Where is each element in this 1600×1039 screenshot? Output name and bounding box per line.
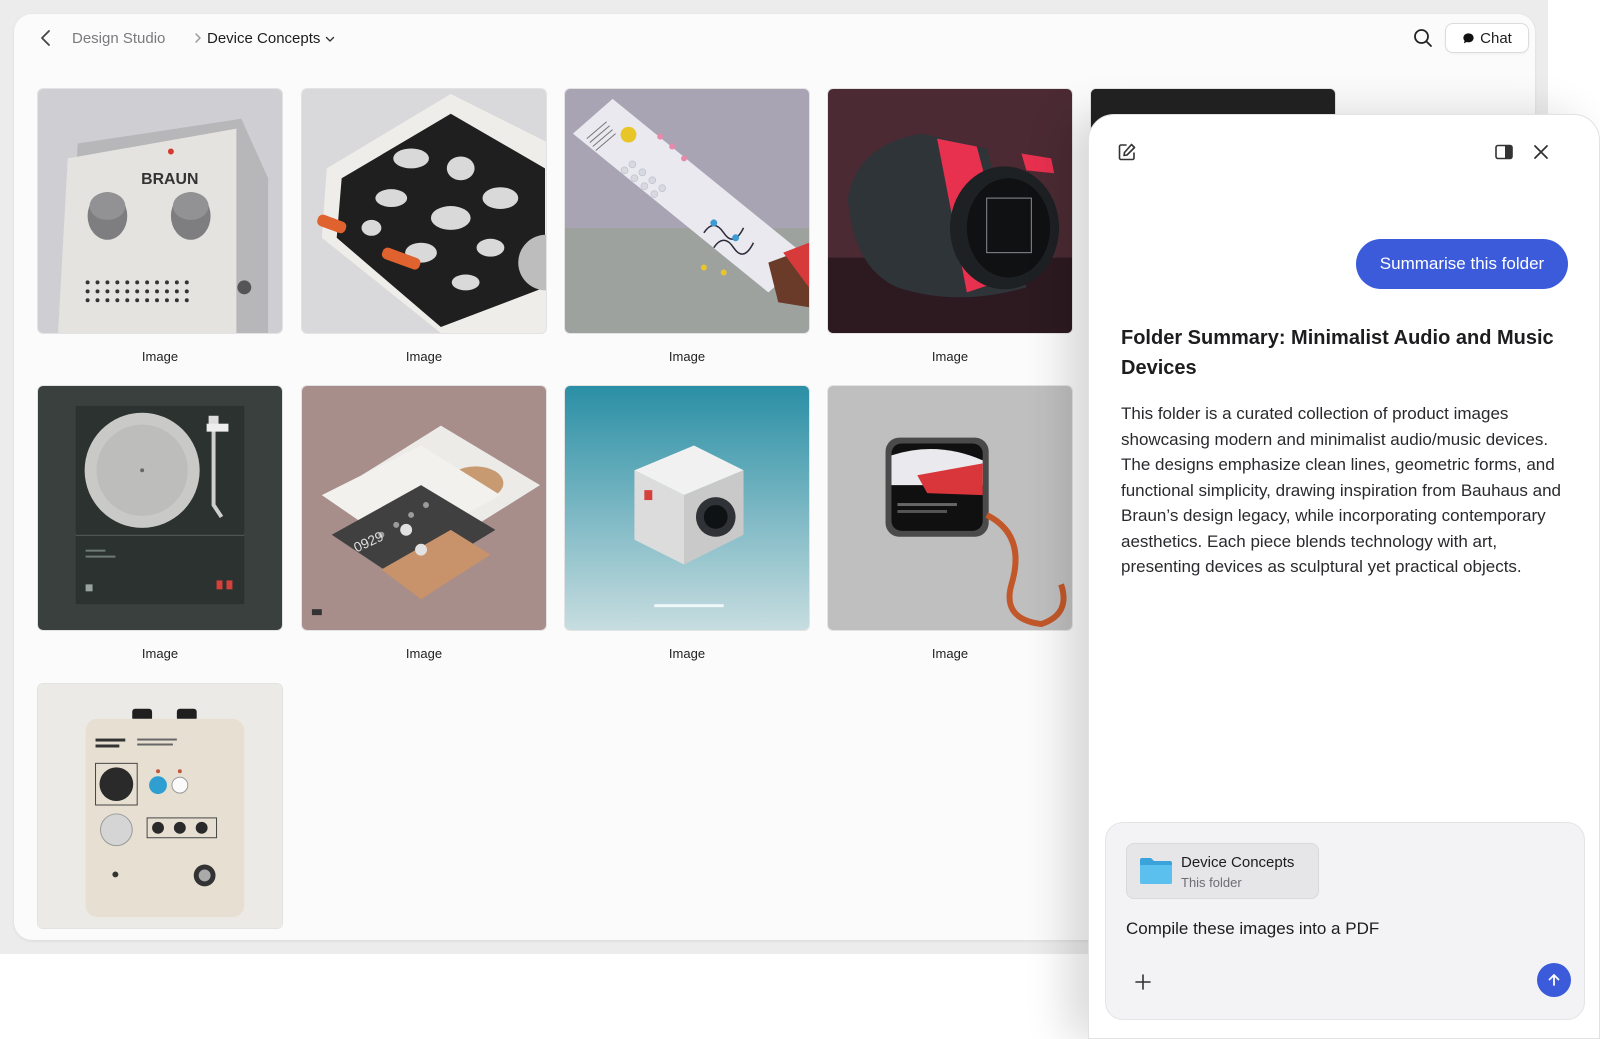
image-thumbnail[interactable] [301, 88, 547, 334]
attachment-subtitle: This folder [1181, 875, 1242, 890]
image-label: Image [668, 349, 706, 364]
gallery-item[interactable]: 0929 Image [301, 385, 547, 661]
gallery-item[interactable]: Image [564, 88, 810, 364]
image-label: Image [931, 349, 969, 364]
chat-composer: Device Concepts This folder [1105, 822, 1585, 1020]
image-label: Image [405, 349, 443, 364]
search-button[interactable] [1411, 26, 1435, 50]
modular-panels-image: 0929 [302, 386, 546, 630]
image-label: Image [141, 349, 179, 364]
turntable-image [38, 386, 282, 630]
gallery-item[interactable] [37, 683, 283, 929]
send-button[interactable] [1537, 963, 1571, 997]
attachment-name: Device Concepts [1181, 854, 1295, 871]
image-label: Image [931, 646, 969, 661]
image-thumbnail[interactable] [564, 385, 810, 631]
cube-camera-image [565, 386, 809, 630]
back-button[interactable] [34, 26, 58, 50]
gallery-item[interactable]: Image [564, 385, 810, 661]
image-thumbnail[interactable] [564, 88, 810, 334]
message-input[interactable] [1126, 919, 1556, 939]
chat-panel: Summarise this folder Folder Summary: Mi… [1088, 114, 1600, 1039]
user-message-bubble: Summarise this folder [1356, 239, 1568, 289]
image-thumbnail[interactable] [37, 683, 283, 929]
camouflage-device-image [302, 89, 546, 333]
chat-button[interactable]: Chat [1445, 23, 1529, 53]
image-thumbnail[interactable] [37, 385, 283, 631]
breadcrumb-current-label: Device Concepts [207, 30, 321, 47]
image-thumbnail[interactable]: BRAUN [37, 88, 283, 334]
gallery-item[interactable]: Image [827, 385, 1073, 661]
close-panel-button[interactable] [1530, 141, 1552, 163]
close-icon [1534, 145, 1548, 159]
image-thumbnail[interactable] [827, 385, 1073, 631]
image-thumbnail[interactable]: 0929 [301, 385, 547, 631]
toggle-sidebar-button[interactable] [1493, 141, 1515, 163]
top-bar: Design Studio Device Concepts Chat [14, 14, 1535, 62]
breadcrumb-current[interactable]: Device Concepts [207, 30, 336, 48]
chat-bubble-icon [1463, 32, 1474, 43]
gallery-item[interactable]: Image [301, 88, 547, 364]
edit-icon [1118, 143, 1136, 161]
folder-icon [1140, 858, 1172, 884]
gallery-item[interactable]: Image [37, 385, 283, 661]
image-label: Image [405, 646, 443, 661]
chat-button-label: Chat [1480, 29, 1512, 47]
response-body: This folder is a curated collection of p… [1121, 404, 1562, 576]
handheld-screen-image [828, 386, 1072, 630]
breadcrumb-parent[interactable]: Design Studio [72, 30, 165, 48]
image-label: Image [141, 646, 179, 661]
sidebar-icon [1495, 144, 1513, 160]
image-thumbnail[interactable] [827, 88, 1073, 334]
plus-icon [1135, 974, 1151, 990]
new-chat-button[interactable] [1116, 141, 1138, 163]
image-label: Image [668, 646, 706, 661]
add-attachment-button[interactable] [1132, 971, 1154, 993]
search-icon [1414, 29, 1432, 47]
arrow-up-icon [1548, 974, 1560, 986]
chevron-right-icon [195, 33, 201, 43]
chevron-left-icon [41, 30, 50, 46]
speaker-device-image [828, 89, 1072, 333]
gallery-item[interactable]: BRAUN Image [37, 88, 283, 364]
folder-attachment-chip[interactable]: Device Concepts This folder [1126, 843, 1319, 899]
superlunar-pedal-image [38, 684, 282, 928]
gallery-item[interactable]: Image [827, 88, 1073, 364]
svg-text:BRAUN: BRAUN [141, 171, 198, 188]
chevron-down-icon [326, 36, 335, 42]
effects-pedal-image: BRAUN [38, 89, 282, 333]
response-title: Folder Summary: Minimalist Audio and Mus… [1121, 327, 1554, 379]
synth-keyboard-image [565, 89, 809, 333]
